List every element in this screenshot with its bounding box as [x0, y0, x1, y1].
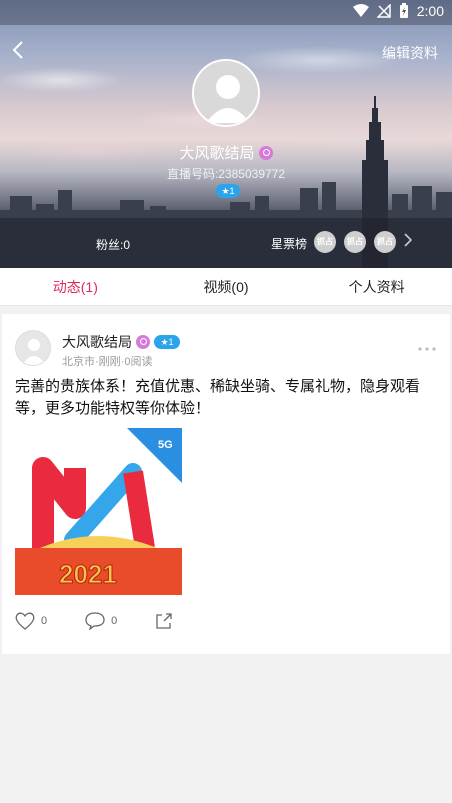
comment-icon — [85, 612, 105, 630]
profile-tabs: 动态(1) 视频(0) 个人资料 — [0, 268, 452, 306]
no-signal-icon — [376, 4, 391, 18]
post-actions: 0 0 — [15, 612, 211, 630]
svg-text:5G: 5G — [158, 439, 173, 451]
comment-count: 0 — [111, 615, 118, 627]
more-options-icon[interactable] — [418, 338, 436, 356]
tab-personal-info[interactable]: 个人资料 — [301, 268, 452, 305]
edit-profile-button[interactable]: 编辑资料 — [382, 43, 438, 63]
app-logo-image: 5G 2021 — [15, 428, 182, 595]
back-button[interactable] — [12, 40, 32, 62]
post-text: 完善的贵族体系！充值优惠、稀缺坐骑、专属礼物，隐身观看等，更多功能特权等你体验！ — [15, 378, 421, 417]
fans-count[interactable]: 粉丝:0 — [96, 236, 130, 253]
post-meta: 北京市·刚刚·0阅读 — [62, 356, 153, 368]
chevron-left-icon — [12, 41, 23, 59]
status-time: 2:00 — [416, 3, 444, 19]
post-author-avatar[interactable] — [15, 330, 51, 366]
user-tag-icon — [136, 335, 150, 349]
level-value: 1 — [229, 186, 235, 196]
profile-avatar[interactable] — [192, 59, 260, 127]
tab-moments[interactable]: 动态(1) — [0, 268, 151, 305]
tab-videos[interactable]: 视频(0) — [151, 268, 302, 305]
status-bar: 2:00 — [0, 0, 452, 25]
live-id: 直播号码:2385039772 — [166, 167, 286, 181]
like-count: 0 — [41, 615, 48, 627]
post-author-name[interactable]: 大风歌结局 — [62, 332, 132, 352]
level-badge: ★1 — [154, 335, 180, 349]
level-value: 1 — [168, 337, 174, 347]
user-tag-icon — [258, 145, 273, 160]
post-author-row: 大风歌结局 ★1 — [62, 332, 180, 352]
level-badge: ★1 — [216, 184, 240, 198]
like-button[interactable]: 0 — [15, 612, 47, 630]
star-rank-avatars[interactable]: 抓占 抓占 抓占 — [314, 231, 396, 253]
post-card: 大风歌结局 ★1 北京市·刚刚·0阅读 完善的贵族体系！充值优惠、稀缺坐骑、专属… — [2, 314, 450, 654]
default-avatar-icon — [16, 331, 50, 365]
rank-avatar: 抓占 — [344, 231, 366, 253]
image-year-text: 2021 — [59, 559, 117, 589]
battery-charging-icon — [399, 3, 408, 18]
rank-avatar: 抓占 — [374, 231, 396, 253]
wifi-icon — [352, 4, 369, 17]
heart-icon — [15, 612, 35, 630]
share-button[interactable] — [155, 612, 173, 630]
comment-button[interactable]: 0 — [85, 612, 117, 630]
rank-avatar: 抓占 — [314, 231, 336, 253]
chevron-right-icon[interactable] — [404, 233, 413, 250]
profile-nickname-row: 大风歌结局 — [0, 142, 452, 163]
share-icon — [156, 613, 172, 629]
profile-nickname: 大风歌结局 — [179, 145, 255, 162]
post-image[interactable]: 5G 2021 — [15, 428, 182, 595]
profile-header-background — [0, 0, 452, 268]
star-rank-label[interactable]: 星票榜 — [271, 235, 307, 252]
